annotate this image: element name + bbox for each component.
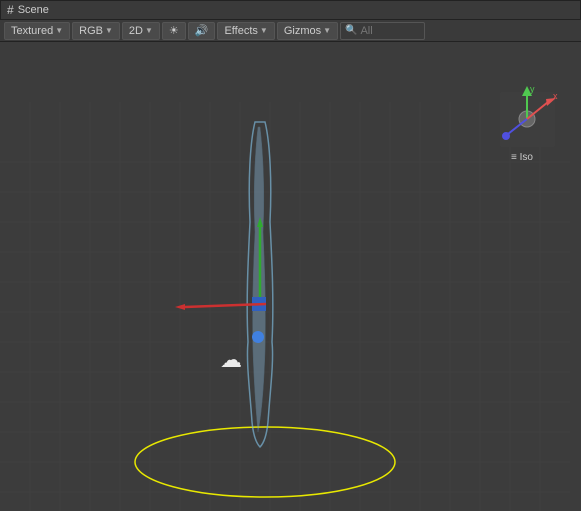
- title-bar: # Scene: [0, 0, 581, 20]
- effects-label: Effects: [224, 25, 257, 37]
- gizmo-x-label: x: [553, 91, 558, 101]
- shading-dropdown-arrow: ▼: [55, 26, 63, 35]
- shading-mode-label: Textured: [11, 25, 53, 37]
- search-input[interactable]: [360, 25, 420, 37]
- scene-icon: #: [7, 3, 14, 17]
- grid: ☁ y x ≡ Iso: [0, 42, 581, 511]
- effects-dropdown[interactable]: Effects ▼: [217, 22, 274, 40]
- dimension-label: 2D: [129, 25, 143, 37]
- color-dropdown-arrow: ▼: [105, 26, 113, 35]
- cloud-icon: ☁: [220, 347, 242, 372]
- gizmos-dropdown[interactable]: Gizmos ▼: [277, 22, 338, 40]
- gizmo-z-dot: [502, 132, 510, 140]
- viewport[interactable]: ☁ y x ≡ Iso: [0, 42, 581, 511]
- sun-icon: ☀: [169, 24, 179, 37]
- audio-button[interactable]: 🔊: [188, 22, 216, 40]
- iso-label: ≡ Iso: [511, 152, 533, 163]
- blue-handle: [252, 331, 264, 343]
- sun-button[interactable]: ☀: [162, 22, 186, 40]
- gizmos-label: Gizmos: [284, 25, 321, 37]
- toolbar: Textured ▼ RGB ▼ 2D ▼ ☀ 🔊 Effects ▼ Gizm…: [0, 20, 581, 42]
- window-title: Scene: [18, 4, 49, 16]
- gizmo-y-label: y: [530, 84, 535, 94]
- gizmos-dropdown-arrow: ▼: [323, 26, 331, 35]
- color-mode-label: RGB: [79, 25, 103, 37]
- audio-icon: 🔊: [195, 24, 209, 37]
- shading-mode-dropdown[interactable]: Textured ▼: [4, 22, 70, 40]
- search-icon: 🔍: [345, 25, 357, 36]
- search-bar[interactable]: 🔍: [340, 22, 425, 40]
- dimension-dropdown-arrow: ▼: [145, 26, 153, 35]
- dimension-dropdown[interactable]: 2D ▼: [122, 22, 160, 40]
- effects-dropdown-arrow: ▼: [260, 26, 268, 35]
- color-mode-dropdown[interactable]: RGB ▼: [72, 22, 120, 40]
